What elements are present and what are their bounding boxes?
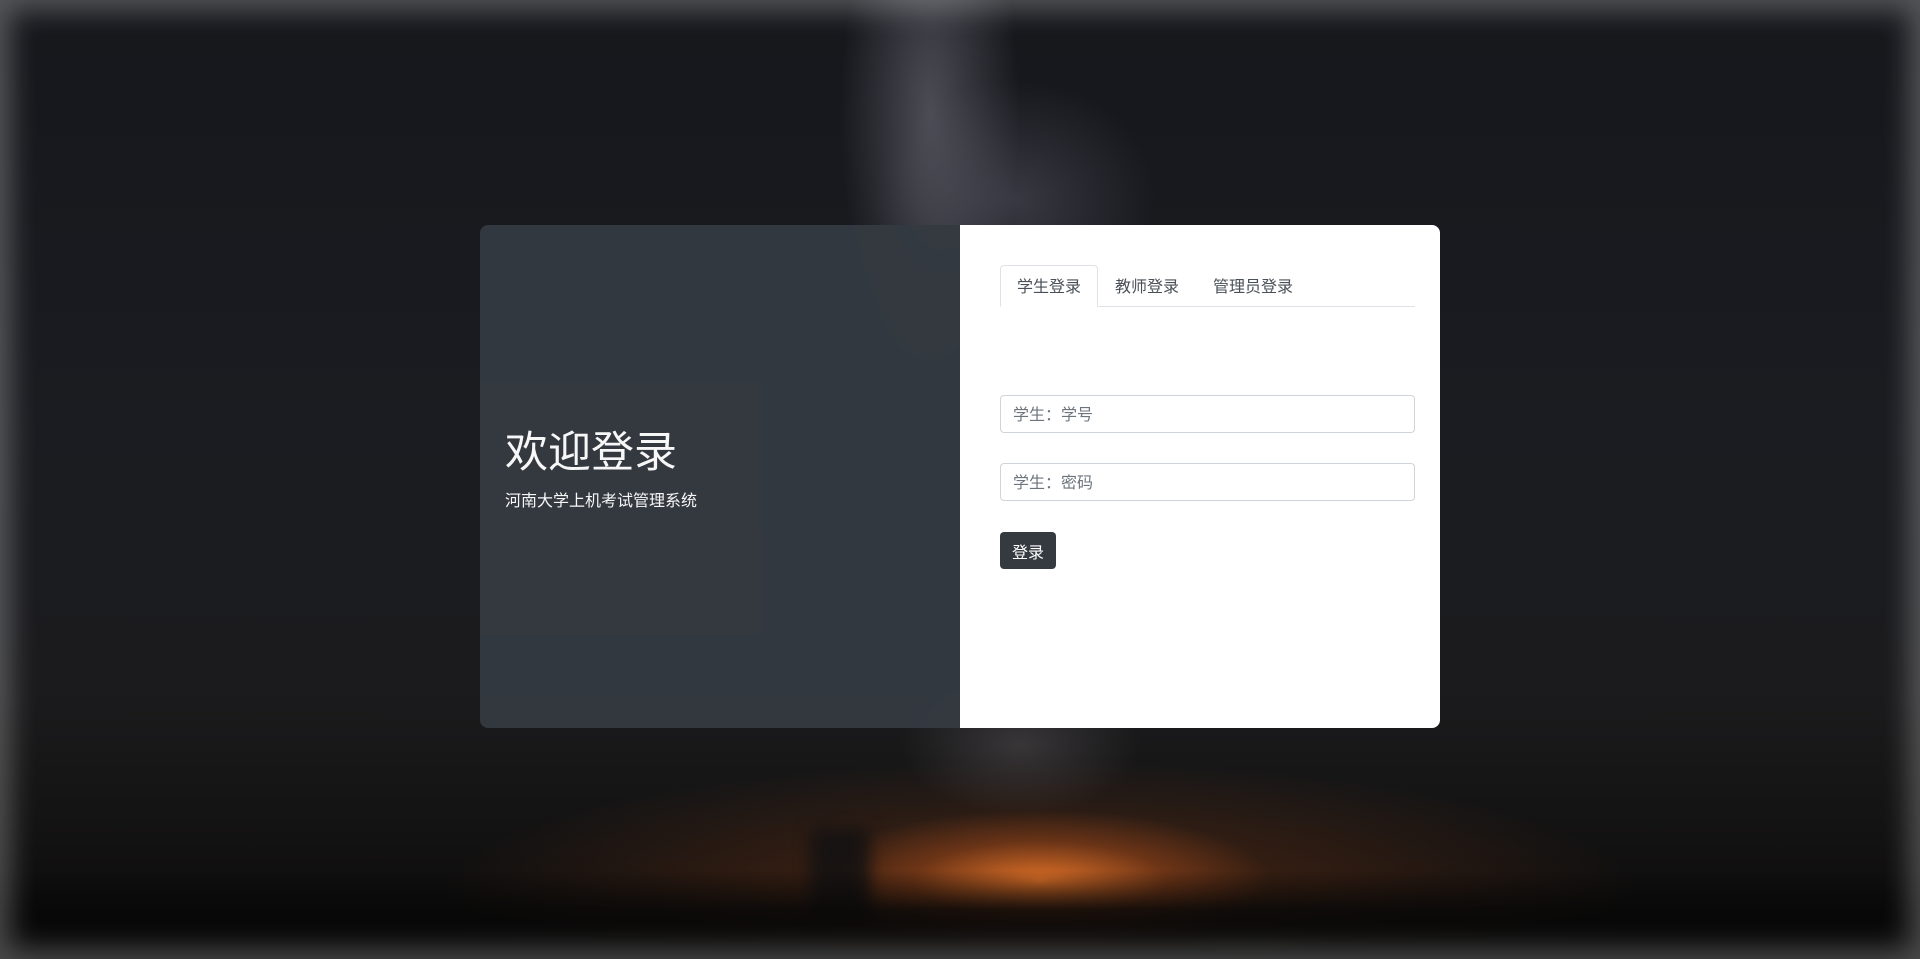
login-form-panel: 学生登录 教师登录 管理员登录 登录 [960,225,1440,728]
system-subtitle: 河南大学上机考试管理系统 [505,491,698,510]
tab-student-login[interactable]: 学生登录 [1000,265,1099,307]
password-input[interactable] [1000,463,1415,501]
welcome-title: 欢迎登录 [505,428,677,478]
login-card: 欢迎登录 河南大学上机考试管理系统 学生登录 教师登录 管理员登录 登录 [480,225,1440,728]
login-role-tabs: 学生登录 教师登录 管理员登录 [1000,265,1415,307]
tab-admin-login[interactable]: 管理员登录 [1196,265,1310,307]
login-button[interactable]: 登录 [1000,532,1057,569]
welcome-panel: 欢迎登录 河南大学上机考试管理系统 [480,225,960,728]
tab-teacher-login[interactable]: 教师登录 [1098,265,1196,307]
background-ground [0,870,1920,959]
student-id-input[interactable] [1000,395,1415,433]
